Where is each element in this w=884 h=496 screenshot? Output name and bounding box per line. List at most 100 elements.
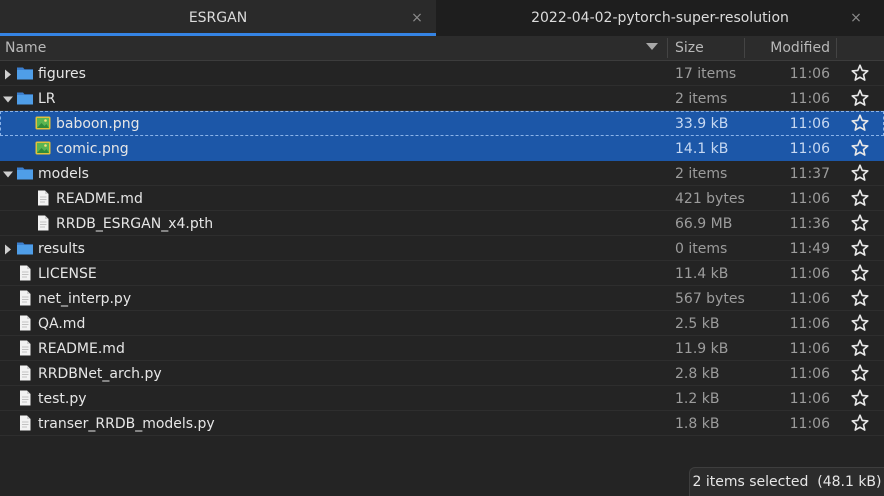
star-icon[interactable] [850, 313, 870, 333]
image-file-icon [34, 114, 52, 132]
file-row-license[interactable]: LICENSE 11.4 kB 11:06 [0, 261, 884, 286]
star-icon[interactable] [850, 238, 870, 258]
file-modified: 11:49 [789, 240, 830, 257]
file-row-test-py[interactable]: test.py 1.2 kB 11:06 [0, 386, 884, 411]
file-name: README.md [38, 340, 125, 357]
text-file-icon [34, 189, 52, 207]
expanded-arrow-icon[interactable] [3, 93, 13, 104]
file-modified: 11:06 [789, 290, 830, 307]
star-icon[interactable] [850, 63, 870, 83]
column-modified-label: Modified [770, 40, 830, 56]
file-name: models [38, 165, 89, 182]
file-size: 66.9 MB [675, 215, 733, 232]
folder-icon [16, 89, 34, 107]
file-size: 2 items [675, 165, 728, 182]
column-size-label: Size [675, 40, 704, 56]
column-separator[interactable] [667, 38, 668, 58]
file-modified: 11:06 [789, 415, 830, 432]
file-name: figures [38, 65, 86, 82]
file-name: comic.png [56, 140, 129, 157]
file-row-lr[interactable]: LR 2 items 11:06 [0, 86, 884, 111]
file-size: 11.4 kB [675, 265, 729, 282]
file-size: 1.2 kB [675, 390, 720, 407]
file-modified: 11:06 [789, 90, 830, 107]
file-row-readme-md[interactable]: README.md 421 bytes 11:06 [0, 186, 884, 211]
close-tab-icon[interactable]: × [408, 9, 426, 27]
star-icon[interactable] [850, 338, 870, 358]
file-size: 17 items [675, 65, 737, 82]
file-name: test.py [38, 390, 87, 407]
file-name: QA.md [38, 315, 86, 332]
file-row-rrdbnet-arch-py[interactable]: RRDBNet_arch.py 2.8 kB 11:06 [0, 361, 884, 386]
file-modified: 11:06 [789, 315, 830, 332]
collapsed-arrow-icon[interactable] [3, 68, 13, 80]
star-icon[interactable] [850, 288, 870, 308]
file-row-figures[interactable]: figures 17 items 11:06 [0, 61, 884, 86]
file-row-results[interactable]: results 0 items 11:49 [0, 236, 884, 261]
file-modified: 11:36 [789, 215, 830, 232]
file-modified: 11:37 [789, 165, 830, 182]
column-separator[interactable] [836, 38, 837, 58]
file-row-comic-png[interactable]: comic.png 14.1 kB 11:06 [0, 136, 884, 161]
star-icon[interactable] [850, 138, 870, 158]
file-name: RRDB_ESRGAN_x4.pth [56, 215, 214, 232]
expanded-arrow-icon[interactable] [3, 168, 13, 179]
text-file-icon [16, 414, 34, 432]
star-icon[interactable] [850, 263, 870, 283]
text-file-icon [16, 389, 34, 407]
file-list: figures 17 items 11:06 LR 2 items 11:06 baboon… [0, 61, 884, 436]
column-header: Name Size Modified [0, 36, 884, 61]
text-file-icon [16, 289, 34, 307]
column-modified-header[interactable]: Modified [744, 36, 830, 60]
folder-icon [16, 164, 34, 182]
collapsed-arrow-icon[interactable] [3, 243, 13, 255]
file-modified: 11:06 [789, 265, 830, 282]
file-size: 2.8 kB [675, 365, 720, 382]
file-row-transer-rrdb-models-py[interactable]: transer_RRDB_models.py 1.8 kB 11:06 [0, 411, 884, 436]
file-name: baboon.png [56, 115, 140, 132]
text-file-icon [16, 314, 34, 332]
file-name: LR [38, 90, 56, 107]
file-name: RRDBNet_arch.py [38, 365, 162, 382]
star-icon[interactable] [850, 213, 870, 233]
file-size: 11.9 kB [675, 340, 729, 357]
file-name: net_interp.py [38, 290, 132, 307]
star-icon[interactable] [850, 363, 870, 383]
file-size: 2 items [675, 90, 728, 107]
file-row-net-interp-py[interactable]: net_interp.py 567 bytes 11:06 [0, 286, 884, 311]
text-file-icon [16, 364, 34, 382]
file-row-baboon-png[interactable]: baboon.png 33.9 kB 11:06 [0, 111, 884, 136]
file-size: 421 bytes [675, 190, 745, 207]
star-icon[interactable] [850, 113, 870, 133]
text-file-icon [16, 264, 34, 282]
file-row-models[interactable]: models 2 items 11:37 [0, 161, 884, 186]
column-name-header[interactable]: Name [5, 36, 665, 60]
file-name: transer_RRDB_models.py [38, 415, 215, 432]
file-modified: 11:06 [789, 340, 830, 357]
file-size: 0 items [675, 240, 728, 257]
star-icon[interactable] [850, 388, 870, 408]
tab-pytorch-super-resolution[interactable]: 2022-04-02-pytorch-super-resolution × [436, 0, 884, 36]
star-icon[interactable] [850, 413, 870, 433]
file-row-readme-md[interactable]: README.md 11.9 kB 11:06 [0, 336, 884, 361]
file-modified: 11:06 [789, 190, 830, 207]
file-size: 2.5 kB [675, 315, 720, 332]
close-tab-icon[interactable]: × [847, 9, 865, 27]
column-size-header[interactable]: Size [675, 36, 743, 60]
text-file-icon [16, 339, 34, 357]
file-size: 1.8 kB [675, 415, 720, 432]
file-row-rrdb-esrgan-x4-pth[interactable]: RRDB_ESRGAN_x4.pth 66.9 MB 11:36 [0, 211, 884, 236]
text-file-icon [34, 214, 52, 232]
star-icon[interactable] [850, 188, 870, 208]
tab-title: ESRGAN [188, 10, 248, 26]
tab-esrgan[interactable]: ESRGAN × [0, 0, 436, 36]
file-size: 33.9 kB [675, 115, 729, 132]
folder-icon [16, 239, 34, 257]
file-modified: 11:06 [789, 65, 830, 82]
status-bar: 2 items selected (48.1 kB) [689, 467, 884, 496]
sort-descending-icon[interactable] [646, 43, 658, 50]
file-row-qa-md[interactable]: QA.md 2.5 kB 11:06 [0, 311, 884, 336]
star-icon[interactable] [850, 163, 870, 183]
star-icon[interactable] [850, 88, 870, 108]
tab-title: 2022-04-02-pytorch-super-resolution [531, 10, 789, 26]
